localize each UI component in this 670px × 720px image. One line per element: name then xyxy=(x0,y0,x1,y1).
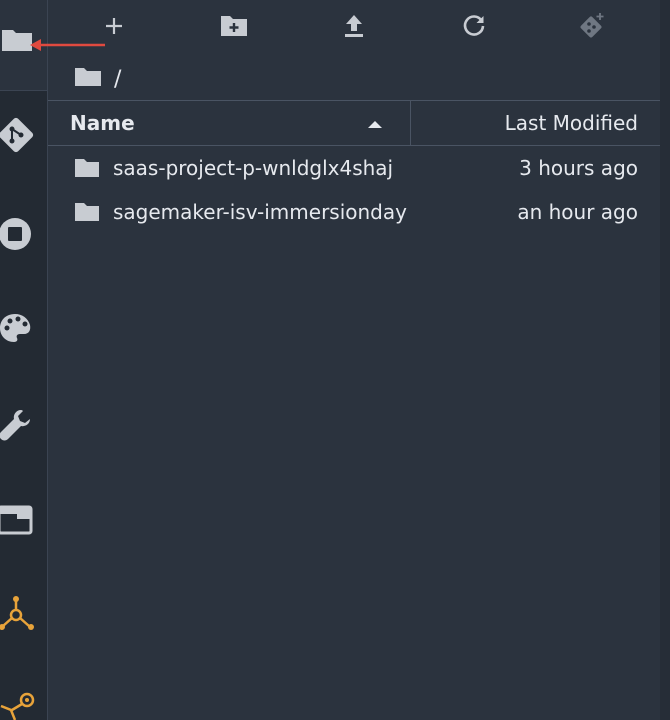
column-header-name-label: Name xyxy=(70,111,135,135)
palette-icon[interactable] xyxy=(0,309,37,349)
item-name: saas-project-p-wnldglx4shaj xyxy=(113,156,394,180)
item-last-modified: an hour ago xyxy=(517,200,638,224)
sort-ascending-icon xyxy=(368,121,382,128)
new-folder-icon xyxy=(221,16,247,36)
file-listing: Name Last Modified saas-project-p-wnldgl… xyxy=(48,100,660,720)
column-header-last-modified[interactable]: Last Modified xyxy=(412,101,660,145)
window-icon[interactable] xyxy=(0,500,37,540)
listing-header: Name Last Modified xyxy=(48,100,660,146)
wrench-icon[interactable] xyxy=(0,406,37,446)
new-folder-button[interactable] xyxy=(214,6,254,46)
refresh-icon xyxy=(463,15,485,36)
breadcrumb: / xyxy=(74,64,121,94)
column-header-name[interactable]: Name xyxy=(48,101,411,145)
breadcrumb-path[interactable]: / xyxy=(114,67,121,92)
upload-button[interactable] xyxy=(334,6,374,46)
column-header-last-modified-label: Last Modified xyxy=(504,111,638,135)
folder-icon xyxy=(74,201,100,227)
stop-icon[interactable] xyxy=(0,214,37,254)
item-name: sagemaker-isv-immersionday xyxy=(113,200,407,224)
upload-icon xyxy=(345,15,363,37)
git-clone-button[interactable] xyxy=(572,6,612,46)
git-icon[interactable] xyxy=(0,116,37,156)
git-clone-icon xyxy=(580,13,604,38)
activity-bar xyxy=(0,0,48,720)
item-last-modified: 3 hours ago xyxy=(519,156,638,180)
folder-icon xyxy=(74,157,100,183)
pipelines-icon[interactable] xyxy=(0,686,37,720)
experiments-icon[interactable] xyxy=(0,596,37,636)
refresh-button[interactable] xyxy=(454,6,494,46)
annotation-arrow xyxy=(30,39,105,51)
file-browser-toolbar xyxy=(48,0,670,52)
file-browser-window: / Name Last Modified saas-project-p-wnld… xyxy=(0,0,670,720)
list-item[interactable]: saas-project-p-wnldglx4shaj 3 hours ago xyxy=(48,146,660,190)
panel-edge xyxy=(660,0,670,720)
list-item[interactable]: sagemaker-isv-immersionday an hour ago xyxy=(48,190,660,234)
breadcrumb-home-icon[interactable] xyxy=(74,66,102,92)
